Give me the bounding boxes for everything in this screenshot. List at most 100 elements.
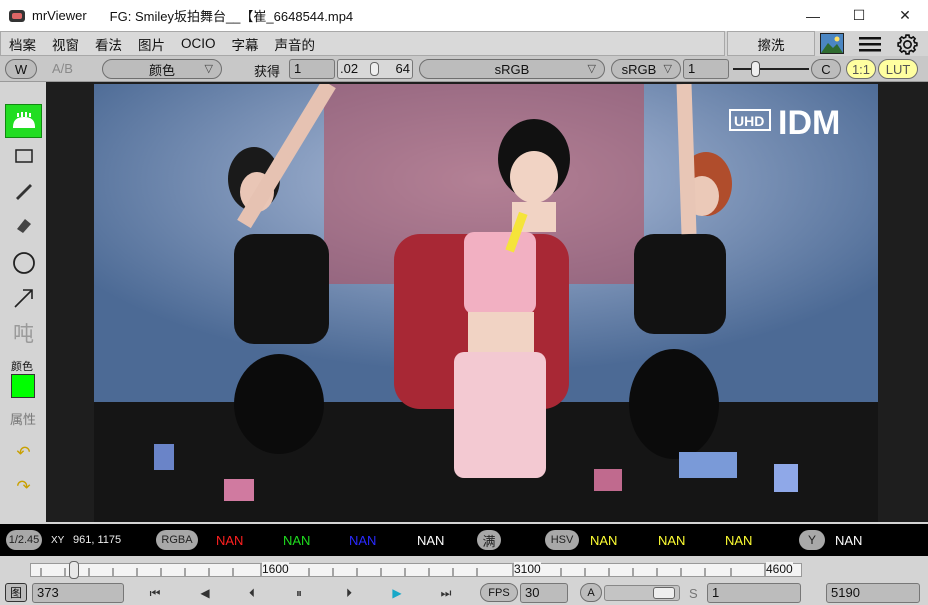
start-frame-label: S	[689, 586, 698, 601]
arrow-tool-button[interactable]	[5, 281, 42, 315]
scrub-button[interactable]: 擦洗	[727, 31, 815, 56]
menu-audio[interactable]: 声音的	[267, 34, 324, 54]
window-title: FG: Smiley坂拍舞台__【崔_6648544.mp4	[109, 9, 354, 24]
timeline-playhead[interactable]	[69, 561, 79, 579]
circle-icon	[12, 252, 35, 274]
full-range-button[interactable]: 满	[477, 530, 501, 550]
gamma-high: 64	[395, 61, 410, 76]
scrub-tool-button[interactable]	[5, 104, 42, 138]
exposure-slider[interactable]	[733, 68, 809, 70]
arrow-icon	[13, 289, 33, 308]
end-frame-input[interactable]: 5190	[826, 583, 920, 603]
start-frame-input[interactable]: 1	[707, 583, 801, 603]
timeline-mark-4600: 4600	[766, 562, 793, 576]
color-label: 颜色	[11, 361, 33, 373]
watermark-uhd: UHD	[734, 113, 764, 129]
first-frame-icon[interactable]: ⏮	[146, 584, 164, 602]
play-backward-icon[interactable]: ⏴	[243, 584, 261, 602]
timeline-mark-3100: 3100	[514, 562, 541, 576]
volume-handle[interactable]	[653, 587, 675, 599]
value-value: NAN	[725, 532, 753, 548]
luminance-mode-button[interactable]: Y	[799, 530, 825, 550]
chevron-down-icon: ▽	[587, 63, 596, 75]
menu-ocio[interactable]: OCIO	[173, 36, 224, 51]
input-colorspace-select[interactable]: sRGB ▽	[419, 59, 605, 79]
frame-mode-button[interactable]: 图	[5, 583, 27, 602]
timeline-track[interactable]: 1600 3100 4600	[30, 561, 802, 579]
video-frame[interactable]: UHD IDM	[94, 84, 878, 522]
menu-window[interactable]: 视窗	[44, 34, 87, 54]
display-colorspace-select[interactable]: sRGB ▽	[611, 59, 681, 79]
undo-icon[interactable]: ↶	[5, 436, 42, 470]
eraser-tool-button[interactable]	[5, 207, 42, 241]
pixel-info-bar: 1/2.45 XY 961, 1175 RGBA NAN NAN NAN NAN…	[0, 524, 928, 556]
lut-button[interactable]: LUT	[878, 59, 918, 79]
hamburger-icon[interactable]	[859, 35, 881, 53]
rgba-mode-button[interactable]: RGBA	[156, 530, 198, 550]
app-name: mrViewer	[32, 8, 87, 23]
exposure-input[interactable]: 1	[683, 59, 729, 79]
input-colorspace-value: sRGB	[494, 61, 530, 77]
app-icon	[9, 9, 25, 22]
text-tool-button[interactable]: 吨	[5, 316, 42, 350]
menu-file[interactable]: 档案	[1, 34, 44, 54]
maximize-button[interactable]: ☐	[836, 0, 882, 31]
stop-icon[interactable]: ⏸	[290, 584, 308, 602]
properties-label: 属性	[10, 412, 37, 427]
close-button[interactable]: ✕	[882, 0, 928, 31]
chevron-down-icon: ▽	[204, 63, 213, 75]
image-viewer[interactable]: UHD IDM	[46, 82, 928, 522]
blue-value: NAN	[349, 532, 377, 548]
hue-value: NAN	[590, 532, 618, 548]
pencil-tool-button[interactable]	[5, 173, 42, 207]
channel-value: 颜色	[148, 62, 175, 78]
menu-image[interactable]: 图片	[130, 34, 173, 54]
green-value: NAN	[283, 532, 311, 548]
exposure-handle[interactable]	[751, 61, 760, 77]
channel-select[interactable]: 颜色 ▽	[102, 59, 222, 79]
fps-button[interactable]: FPS	[480, 583, 518, 602]
circle-tool-button[interactable]	[5, 246, 42, 280]
step-forward-icon[interactable]: ▶	[388, 584, 406, 602]
gear-icon[interactable]	[895, 32, 920, 57]
c-button[interactable]: C	[811, 59, 841, 79]
luminance-value: NAN	[835, 532, 863, 548]
gain-label: 获得	[254, 64, 281, 79]
one-to-one-button[interactable]: 1:1	[846, 59, 876, 79]
volume-slider[interactable]	[604, 585, 680, 601]
rectangle-tool-button[interactable]	[5, 139, 42, 173]
last-frame-icon[interactable]: ⏭	[437, 584, 455, 602]
wipe-button[interactable]: W	[5, 59, 37, 79]
rectangle-icon	[14, 149, 33, 163]
timeline[interactable]: 1600 3100 4600	[0, 556, 928, 581]
gain-input[interactable]: 1	[289, 59, 335, 79]
gamma-low: .02	[340, 61, 359, 76]
eraser-icon	[16, 219, 31, 233]
menu-view[interactable]: 看法	[87, 34, 130, 54]
zoom-indicator[interactable]: 1/2.45	[6, 530, 42, 550]
hsv-mode-button[interactable]: HSV	[545, 530, 579, 550]
video-content: UHD IDM	[94, 84, 878, 522]
watermark-idm: IDM	[778, 104, 840, 142]
play-forward-icon[interactable]: ⏵	[340, 584, 358, 602]
fps-input[interactable]: 30	[520, 583, 568, 603]
xy-label: XY	[51, 534, 65, 546]
redo-icon[interactable]: ↷	[5, 470, 42, 504]
saturation-value: NAN	[658, 532, 686, 548]
minimize-button[interactable]: —	[790, 0, 836, 31]
pencil-icon	[15, 184, 32, 200]
chevron-down-icon: ▽	[663, 63, 672, 75]
frame-input[interactable]: 373	[32, 583, 124, 603]
gamma-slider[interactable]: .02 64	[337, 59, 413, 79]
image-icon[interactable]	[820, 33, 844, 54]
color-swatch[interactable]	[11, 374, 35, 398]
xy-value: 961, 1175	[73, 534, 122, 546]
ab-button[interactable]: A/B	[52, 61, 73, 76]
transport-bar: 图 373 ⏮ ◀ ⏴ ⏸ ⏵ ▶ ⏭ FPS 30 A S 1 5190	[0, 581, 928, 605]
step-back-icon[interactable]: ◀	[196, 584, 214, 602]
audio-button[interactable]: A	[580, 583, 602, 602]
gamma-handle[interactable]	[370, 62, 379, 76]
toolbar-icons	[815, 31, 928, 56]
menu-subtitles[interactable]: 字幕	[224, 34, 267, 54]
display-toolbar: W A/B 颜色 ▽ 获得 1 .02 64 sRGB ▽ sRGB ▽ 1 C…	[0, 56, 928, 82]
